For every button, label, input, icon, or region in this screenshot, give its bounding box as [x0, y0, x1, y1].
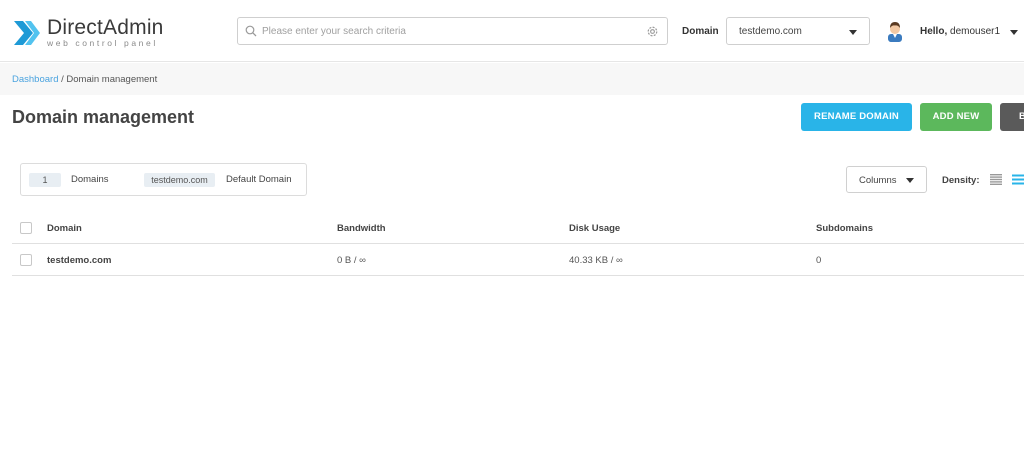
directadmin-logo-icon	[14, 21, 40, 45]
columns-label: Columns	[859, 175, 897, 186]
breadcrumb-current: Domain management	[66, 74, 158, 85]
greeting: Hello,	[920, 26, 948, 37]
gear-icon[interactable]	[646, 25, 659, 38]
cell-subdomains: 0	[816, 255, 822, 266]
column-header-bandwidth[interactable]: Bandwidth	[337, 223, 386, 234]
user-menu[interactable]: Hello, demouser1	[920, 26, 1000, 37]
cell-disk-usage: 40.33 KB / ∞	[569, 255, 623, 266]
select-all-checkbox[interactable]	[20, 222, 32, 234]
more-action-button[interactable]: B	[1000, 103, 1024, 131]
page-title: Domain management	[12, 107, 195, 127]
filter-summary: 1 Domains testdemo.com Default Domain	[20, 163, 307, 196]
user-menu-chevron-down-icon[interactable]	[1010, 30, 1018, 35]
logo[interactable]: DirectAdmin web control panel	[12, 16, 172, 48]
row-checkbox[interactable]	[20, 254, 32, 266]
breadcrumb-dashboard-link[interactable]: Dashboard	[12, 74, 58, 85]
brand-title: DirectAdmin	[47, 16, 164, 39]
search-box	[237, 17, 668, 45]
add-new-button[interactable]: ADD NEW	[920, 103, 992, 131]
search-icon	[245, 25, 257, 37]
density-label: Density:	[942, 175, 980, 186]
cell-bandwidth: 0 B / ∞	[337, 255, 366, 266]
domain-count-label: Domains	[71, 174, 109, 185]
brand-subtitle: web control panel	[47, 38, 158, 48]
cell-domain[interactable]: testdemo.com	[47, 255, 111, 266]
user-avatar-icon[interactable]	[884, 20, 906, 42]
domain-picker-label: Domain	[682, 26, 719, 37]
domain-select-value: testdemo.com	[739, 26, 802, 37]
breadcrumb-bar: Dashboard / Domain management	[0, 63, 1024, 95]
table-row: testdemo.com 0 B / ∞ 40.33 KB / ∞ 0	[12, 244, 1024, 276]
column-header-subdomains[interactable]: Subdomains	[816, 223, 873, 234]
default-domain-badge: testdemo.com	[144, 173, 215, 187]
chevron-down-icon	[849, 30, 857, 35]
table-header: Domain Bandwidth Disk Usage Subdomains	[12, 212, 1024, 244]
rename-domain-button[interactable]: RENAME DOMAIN	[801, 103, 912, 131]
density-compact-icon[interactable]	[990, 174, 1002, 185]
domain-count-badge: 1	[29, 173, 61, 187]
column-header-disk-usage[interactable]: Disk Usage	[569, 223, 620, 234]
chevron-down-icon	[906, 178, 914, 183]
top-bar: DirectAdmin web control panel Domain tes…	[0, 0, 1024, 62]
default-domain-label: Default Domain	[226, 174, 292, 185]
column-header-domain[interactable]: Domain	[47, 223, 82, 234]
username: demouser1	[950, 26, 1001, 37]
density-list-icon[interactable]	[1012, 174, 1024, 185]
search-input[interactable]	[262, 22, 642, 40]
columns-dropdown[interactable]: Columns	[846, 166, 927, 193]
breadcrumb: Dashboard / Domain management	[12, 74, 157, 85]
domain-select[interactable]: testdemo.com	[726, 17, 870, 45]
